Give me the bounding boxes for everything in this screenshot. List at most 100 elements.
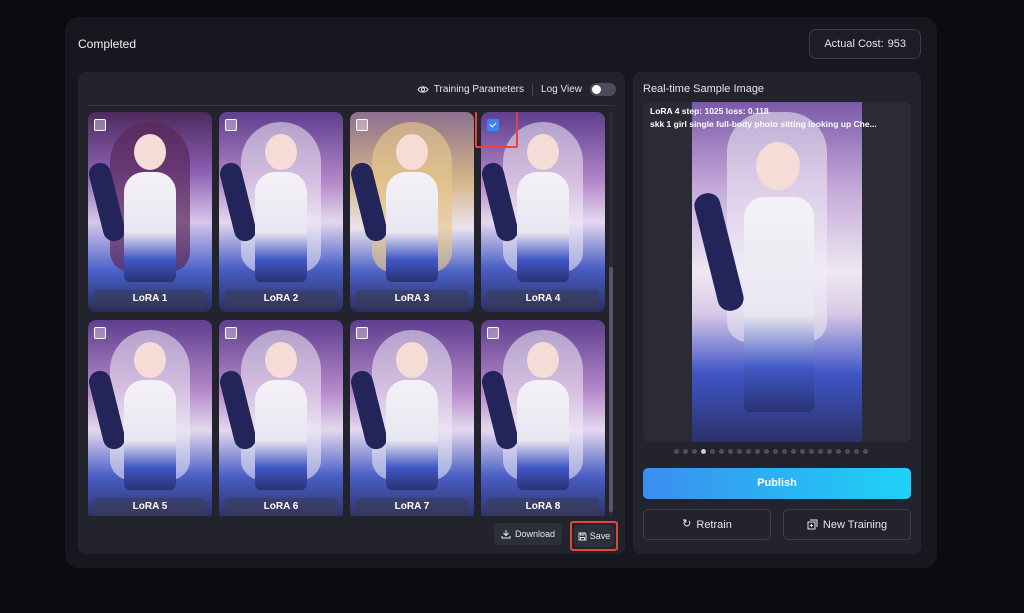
thumbnail-art <box>396 134 428 170</box>
pagination-dot[interactable] <box>746 449 751 454</box>
log-view-toggle[interactable] <box>590 83 616 96</box>
sample-art <box>744 197 814 412</box>
lora-thumbnail[interactable]: LoRA 7 <box>350 320 474 516</box>
pagination-dot[interactable] <box>827 449 832 454</box>
lora-thumbnail-selected[interactable]: LoRA 4 <box>475 112 605 312</box>
actual-cost-badge: Actual Cost: 953 <box>809 29 921 59</box>
thumbnail-checkbox[interactable] <box>487 327 499 339</box>
pagination-dot[interactable] <box>809 449 814 454</box>
thumbnail-art <box>134 342 166 378</box>
sample-pagination <box>674 449 868 454</box>
pagination-dot[interactable] <box>854 449 859 454</box>
training-parameters-label: Training Parameters <box>433 84 525 95</box>
pagination-dot[interactable] <box>863 449 868 454</box>
training-parameters-button[interactable]: Training Parameters <box>417 84 524 95</box>
save-button-highlight: Save <box>570 521 618 551</box>
download-label: Download <box>514 529 556 539</box>
thumbnail-checkbox[interactable] <box>94 119 106 131</box>
save-button[interactable]: Save <box>574 525 614 547</box>
eye-icon <box>417 86 429 93</box>
thumbnail-label: LoRA 5 <box>94 498 206 516</box>
thumbnail-checkbox[interactable] <box>225 327 237 339</box>
sample-art <box>756 142 800 190</box>
thumbnail-art <box>255 172 307 282</box>
sample-prompt: skk 1 girl single full-body photo sittin… <box>650 119 877 129</box>
thumbnail-art <box>134 134 166 170</box>
actual-cost-label: Actual Cost: <box>824 38 884 50</box>
gallery-scrollbar[interactable] <box>609 112 613 516</box>
pagination-dot[interactable] <box>719 449 724 454</box>
lora-thumbnail[interactable]: LoRA 8 <box>481 320 605 516</box>
lora-thumbnail[interactable]: LoRA 6 <box>219 320 343 516</box>
pagination-dot[interactable] <box>755 449 760 454</box>
pagination-dot[interactable] <box>773 449 778 454</box>
sample-image-viewer: LoRA 4 step: 1025 loss: 0.118 skk 1 girl… <box>643 102 911 442</box>
thumbnail-art <box>396 342 428 378</box>
save-label: Save <box>589 531 611 541</box>
sample-image-card: Real-time Sample Image LoRA 4 step: 1025… <box>633 72 921 554</box>
new-training-label: New Training <box>822 518 888 531</box>
pagination-dot[interactable] <box>710 449 715 454</box>
sample-overlay: LoRA 4 step: 1025 loss: 0.118 skk 1 girl… <box>650 105 877 131</box>
download-button[interactable]: Download <box>494 523 562 545</box>
log-view-label: Log View <box>541 84 582 95</box>
scrollbar-thumb[interactable] <box>609 267 613 512</box>
pagination-dot[interactable] <box>728 449 733 454</box>
thumbnail-label: LoRA 8 <box>487 498 599 516</box>
thumbnail-art <box>124 172 176 282</box>
pagination-dot[interactable] <box>782 449 787 454</box>
save-icon <box>578 532 587 540</box>
thumbnail-art <box>386 380 438 490</box>
publish-button[interactable]: Publish <box>643 468 911 499</box>
pagination-dot[interactable] <box>674 449 679 454</box>
thumbnail-art <box>265 342 297 378</box>
training-result-panel: Completed Actual Cost: 953 Training Para… <box>65 17 937 568</box>
toolbar-divider <box>532 83 534 96</box>
thumbnail-checkbox[interactable] <box>356 119 368 131</box>
gallery-toolbar: Training Parameters Log View <box>417 83 616 96</box>
thumbnail-art <box>517 172 569 282</box>
sample-title: Real-time Sample Image <box>643 83 765 95</box>
pagination-dot[interactable] <box>692 449 697 454</box>
thumbnail-label: LoRA 3 <box>356 290 468 308</box>
actual-cost-value: 953 <box>887 38 906 50</box>
pagination-dot[interactable] <box>845 449 850 454</box>
refresh-icon: ↻ <box>682 518 692 530</box>
sample-image <box>691 102 862 442</box>
pagination-dot[interactable] <box>836 449 841 454</box>
pagination-dot[interactable] <box>791 449 796 454</box>
retrain-button[interactable]: ↻ Retrain <box>643 509 771 540</box>
lora-thumbnail[interactable]: LoRA 3 <box>350 112 474 312</box>
download-icon <box>501 530 511 539</box>
lora-gallery-card: Training Parameters Log View LoRA 1 LoRA… <box>78 72 625 554</box>
new-training-icon <box>807 519 818 530</box>
gallery-divider <box>88 105 615 106</box>
thumbnail-art <box>265 134 297 170</box>
pagination-dot[interactable] <box>818 449 823 454</box>
lora-thumbnail[interactable]: LoRA 1 <box>88 112 212 312</box>
checkbox-highlight-box <box>475 112 518 148</box>
thumbnail-checkbox[interactable] <box>94 327 106 339</box>
new-training-button[interactable]: New Training <box>783 509 911 540</box>
status-text: Completed <box>78 37 137 51</box>
pagination-dot[interactable] <box>737 449 742 454</box>
thumbnail-art <box>386 172 438 282</box>
thumbnail-label: LoRA 6 <box>225 498 337 516</box>
thumbnail-checkbox[interactable] <box>356 327 368 339</box>
thumbnail-label: LoRA 2 <box>225 290 337 308</box>
pagination-dot[interactable] <box>683 449 688 454</box>
thumbnail-art <box>527 134 559 170</box>
pagination-dot[interactable] <box>764 449 769 454</box>
retrain-label: Retrain <box>696 518 732 531</box>
thumbnail-checkbox[interactable] <box>225 119 237 131</box>
thumbnail-art <box>517 380 569 490</box>
thumbnail-art <box>255 380 307 490</box>
thumbnail-label: LoRA 4 <box>487 290 599 308</box>
pagination-dot[interactable] <box>800 449 805 454</box>
pagination-dot-active[interactable] <box>701 449 706 454</box>
thumbnail-label: LoRA 7 <box>356 498 468 516</box>
thumbnail-label: LoRA 1 <box>94 290 206 308</box>
sample-step-info: LoRA 4 step: 1025 loss: 0.118 <box>650 106 769 116</box>
lora-thumbnail[interactable]: LoRA 5 <box>88 320 212 516</box>
lora-thumbnail[interactable]: LoRA 2 <box>219 112 343 312</box>
